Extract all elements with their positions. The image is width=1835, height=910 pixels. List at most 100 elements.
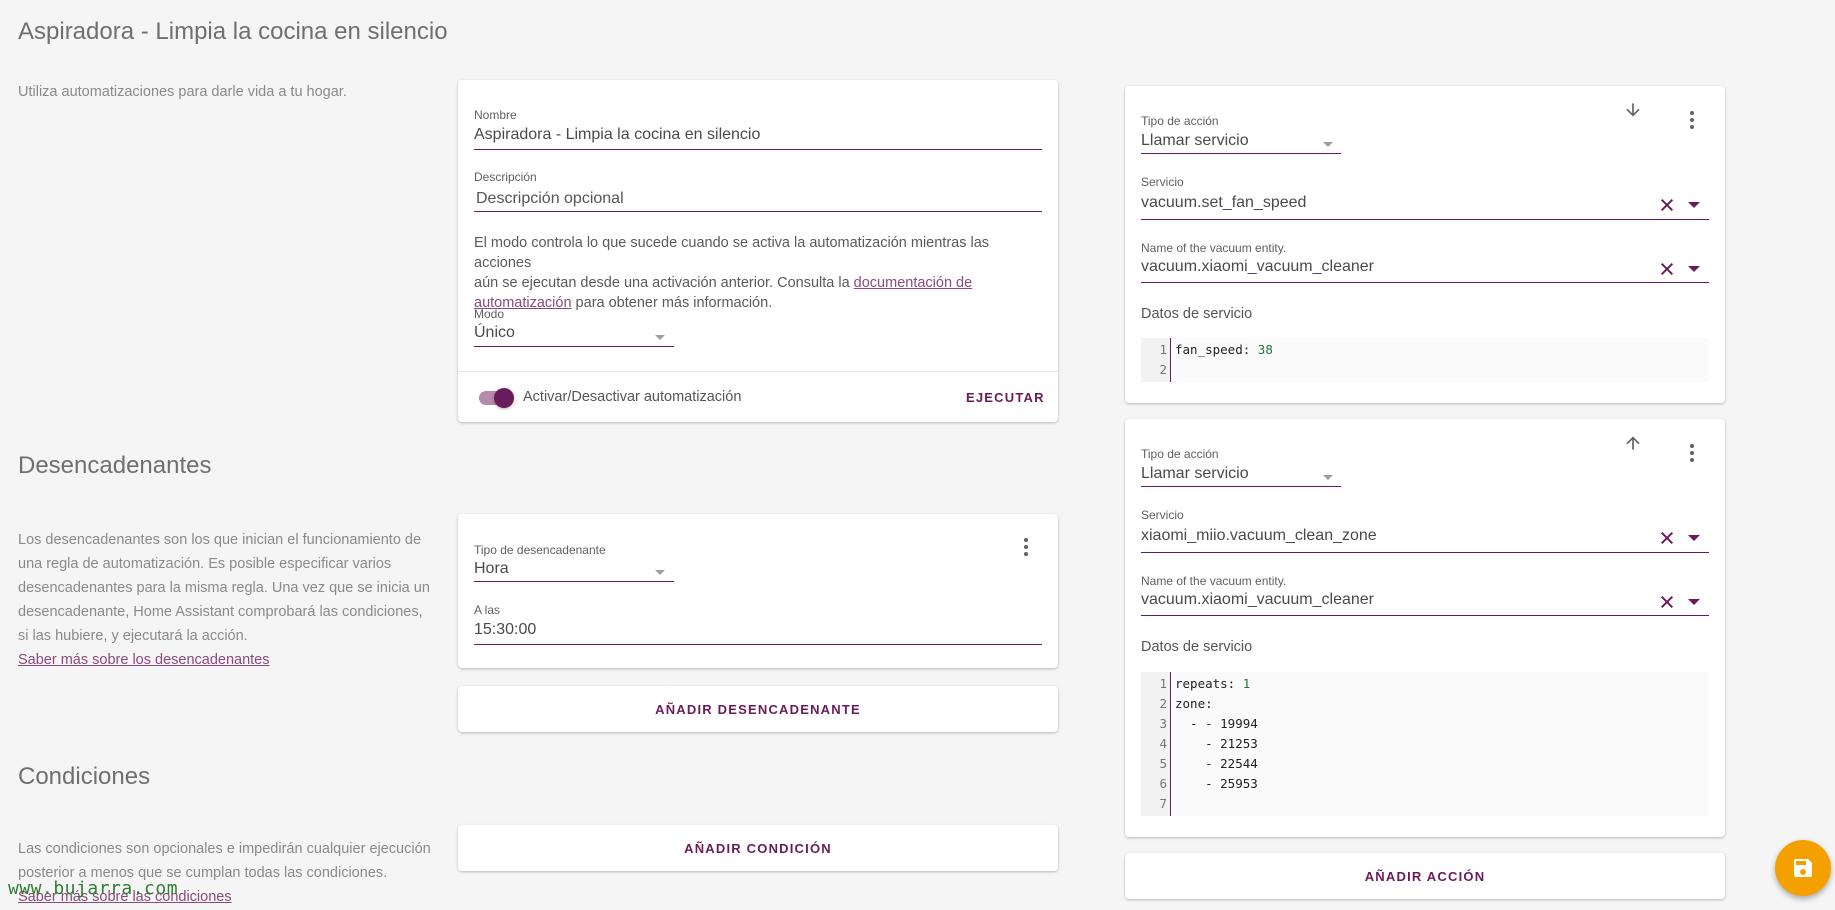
action-2-service-dropdown-icon[interactable]	[1688, 535, 1700, 541]
action-1-code-editor[interactable]: 1 fan_speed: 38 2	[1141, 338, 1709, 382]
code-line: 1 repeats: 1	[1141, 674, 1709, 694]
line-number: 3	[1159, 716, 1167, 731]
close-icon[interactable]	[1659, 530, 1675, 546]
code-key: - 22544	[1175, 756, 1258, 771]
page-title: Aspiradora - Limpia la cocina en silenci…	[18, 18, 448, 45]
description-label: Descripción	[474, 170, 537, 184]
automation-toggle-thumb[interactable]	[494, 388, 514, 408]
trigger-menu-icon[interactable]	[1024, 538, 1028, 559]
documentation-link[interactable]: documentación de	[854, 275, 973, 291]
action-2-entity-label: Name of the vacuum entity.	[1141, 574, 1287, 588]
action-card-2: Tipo de acción Llamar servicio Servicio …	[1125, 419, 1725, 837]
triggers-title: Desencadenantes	[18, 452, 212, 479]
action-2-type-dropdown-arrow-icon[interactable]	[1323, 475, 1333, 480]
code-value: 1	[1235, 676, 1251, 691]
name-label: Nombre	[474, 108, 517, 122]
code-line: 7	[1141, 794, 1709, 814]
code-line: 4 - 21253	[1141, 734, 1709, 754]
triggers-learn-more-link[interactable]: Saber más sobre los desencadenantes	[18, 648, 448, 672]
action-2-entity-input[interactable]: vacuum.xiaomi_vacuum_cleaner	[1141, 591, 1374, 609]
triggers-desc-line-1: Los desencadenantes son los que inician …	[18, 532, 422, 548]
triggers-desc-line-2: una regla de automatización. Es posible …	[18, 556, 392, 572]
code-key: zone:	[1175, 696, 1213, 711]
mode-text-line-3: automatización para obtener más informac…	[474, 293, 1049, 313]
add-trigger-button[interactable]: AÑADIR DESENCADENANTE	[458, 686, 1058, 732]
add-action-button[interactable]: AÑADIR ACCIÓN	[1125, 853, 1725, 899]
code-line: 5 - 22544	[1141, 754, 1709, 774]
close-icon[interactable]	[1659, 197, 1675, 213]
mode-select[interactable]: Único	[474, 324, 515, 342]
close-icon[interactable]	[1659, 594, 1675, 610]
triggers-desc-line-3: desencadenantes para la misma regla. Una…	[18, 580, 430, 596]
conditions-title: Condiciones	[18, 763, 151, 790]
action-1-service-dropdown-icon[interactable]	[1688, 202, 1700, 208]
line-number: 7	[1159, 796, 1167, 811]
mode-text-line-3b: para obtener más información.	[571, 295, 773, 311]
action-2-entity-underline	[1141, 615, 1709, 616]
code-line: 6 - 25953	[1141, 774, 1709, 794]
triggers-desc-line-4: desencadenante, Home Assistant comprobar…	[18, 604, 423, 620]
close-icon[interactable]	[1659, 261, 1675, 277]
mode-explanation: El modo controla lo que sucede cuando se…	[474, 233, 1049, 313]
action-2-service-input[interactable]: xiaomi_miio.vacuum_clean_zone	[1141, 527, 1377, 545]
action-1-entity-dropdown-icon[interactable]	[1688, 266, 1700, 272]
trigger-card: Tipo de desencadenante Hora A las 15:30:…	[458, 514, 1058, 668]
code-value: 38	[1250, 342, 1273, 357]
add-condition-button[interactable]: AÑADIR CONDICIÓN	[458, 825, 1058, 871]
action-2-menu-icon[interactable]	[1690, 444, 1694, 465]
action-1-entity-underline	[1141, 282, 1709, 283]
description-input[interactable]: Descripción opcional	[476, 190, 624, 208]
code-line: 2 zone:	[1141, 694, 1709, 714]
run-button[interactable]: EJECUTAR	[966, 390, 1045, 405]
code-key: repeats:	[1175, 676, 1236, 691]
save-button[interactable]	[1775, 840, 1831, 896]
trigger-type-select[interactable]: Hora	[474, 560, 509, 578]
action-card-1: Tipo de acción Llamar servicio Servicio …	[1125, 86, 1725, 403]
action-2-entity-dropdown-icon[interactable]	[1688, 599, 1700, 605]
mode-underline	[474, 346, 674, 347]
action-1-type-select[interactable]: Llamar servicio	[1141, 132, 1249, 150]
code-key: - - 19994	[1175, 716, 1258, 731]
action-1-entity-input[interactable]: vacuum.xiaomi_vacuum_cleaner	[1141, 258, 1374, 276]
action-1-type-dropdown-arrow-icon[interactable]	[1323, 142, 1333, 147]
trigger-type-dropdown-arrow-icon[interactable]	[655, 570, 665, 575]
arrow-down-icon[interactable]	[1623, 100, 1643, 120]
action-2-code-editor[interactable]: 1 repeats: 1 2 zone: 3 - - 19994 4 - 21253…	[1141, 672, 1709, 816]
line-number: 1	[1159, 676, 1167, 691]
mode-dropdown-arrow-icon[interactable]	[655, 335, 665, 340]
code-key: - 25953	[1175, 776, 1258, 791]
action-1-data-label: Datos de servicio	[1141, 306, 1253, 322]
watermark: www.bujarra.com	[8, 878, 179, 899]
arrow-up-icon[interactable]	[1623, 433, 1643, 453]
line-number: 2	[1159, 362, 1167, 377]
action-2-type-select[interactable]: Llamar servicio	[1141, 465, 1249, 483]
triggers-description: Los desencadenantes son los que inician …	[18, 528, 448, 672]
code-content: - 22544	[1175, 754, 1258, 774]
code-key: - 21253	[1175, 736, 1258, 751]
action-2-data-label: Datos de servicio	[1141, 639, 1253, 655]
mode-text-line-2: aún se ejecutan desde una activación ant…	[474, 273, 1049, 293]
mode-text-line-1: El modo controla lo que sucede cuando se…	[474, 235, 990, 271]
action-2-type-underline	[1141, 486, 1341, 487]
action-1-menu-icon[interactable]	[1690, 111, 1694, 132]
trigger-at-underline	[474, 644, 1042, 645]
code-content: - - 19994	[1175, 714, 1258, 734]
trigger-at-label: A las	[474, 603, 501, 617]
action-1-service-label: Servicio	[1141, 175, 1184, 189]
line-number: 6	[1159, 776, 1167, 791]
name-input[interactable]: Aspiradora - Limpia la cocina en silenci…	[474, 126, 760, 144]
trigger-at-input[interactable]: 15:30:00	[474, 621, 536, 639]
code-line: 2	[1141, 360, 1709, 380]
code-content: - 21253	[1175, 734, 1258, 754]
action-2-service-underline	[1141, 552, 1709, 553]
code-line: 3 - - 19994	[1141, 714, 1709, 734]
trigger-type-label: Tipo de desencadenante	[474, 543, 606, 557]
code-content: zone:	[1175, 694, 1213, 714]
action-1-service-input[interactable]: vacuum.set_fan_speed	[1141, 194, 1306, 212]
conditions-desc-line-1: Las condiciones son opcionales e impedir…	[18, 841, 431, 857]
trigger-type-underline	[474, 581, 674, 582]
code-line: 1 fan_speed: 38	[1141, 340, 1709, 360]
mode-text-line-2a: aún se ejecutan desde una activación ant…	[474, 275, 854, 291]
automation-details-card: Nombre Aspiradora - Limpia la cocina en …	[458, 80, 1058, 422]
page-intro: Utiliza automatizaciones para darle vida…	[18, 84, 347, 100]
